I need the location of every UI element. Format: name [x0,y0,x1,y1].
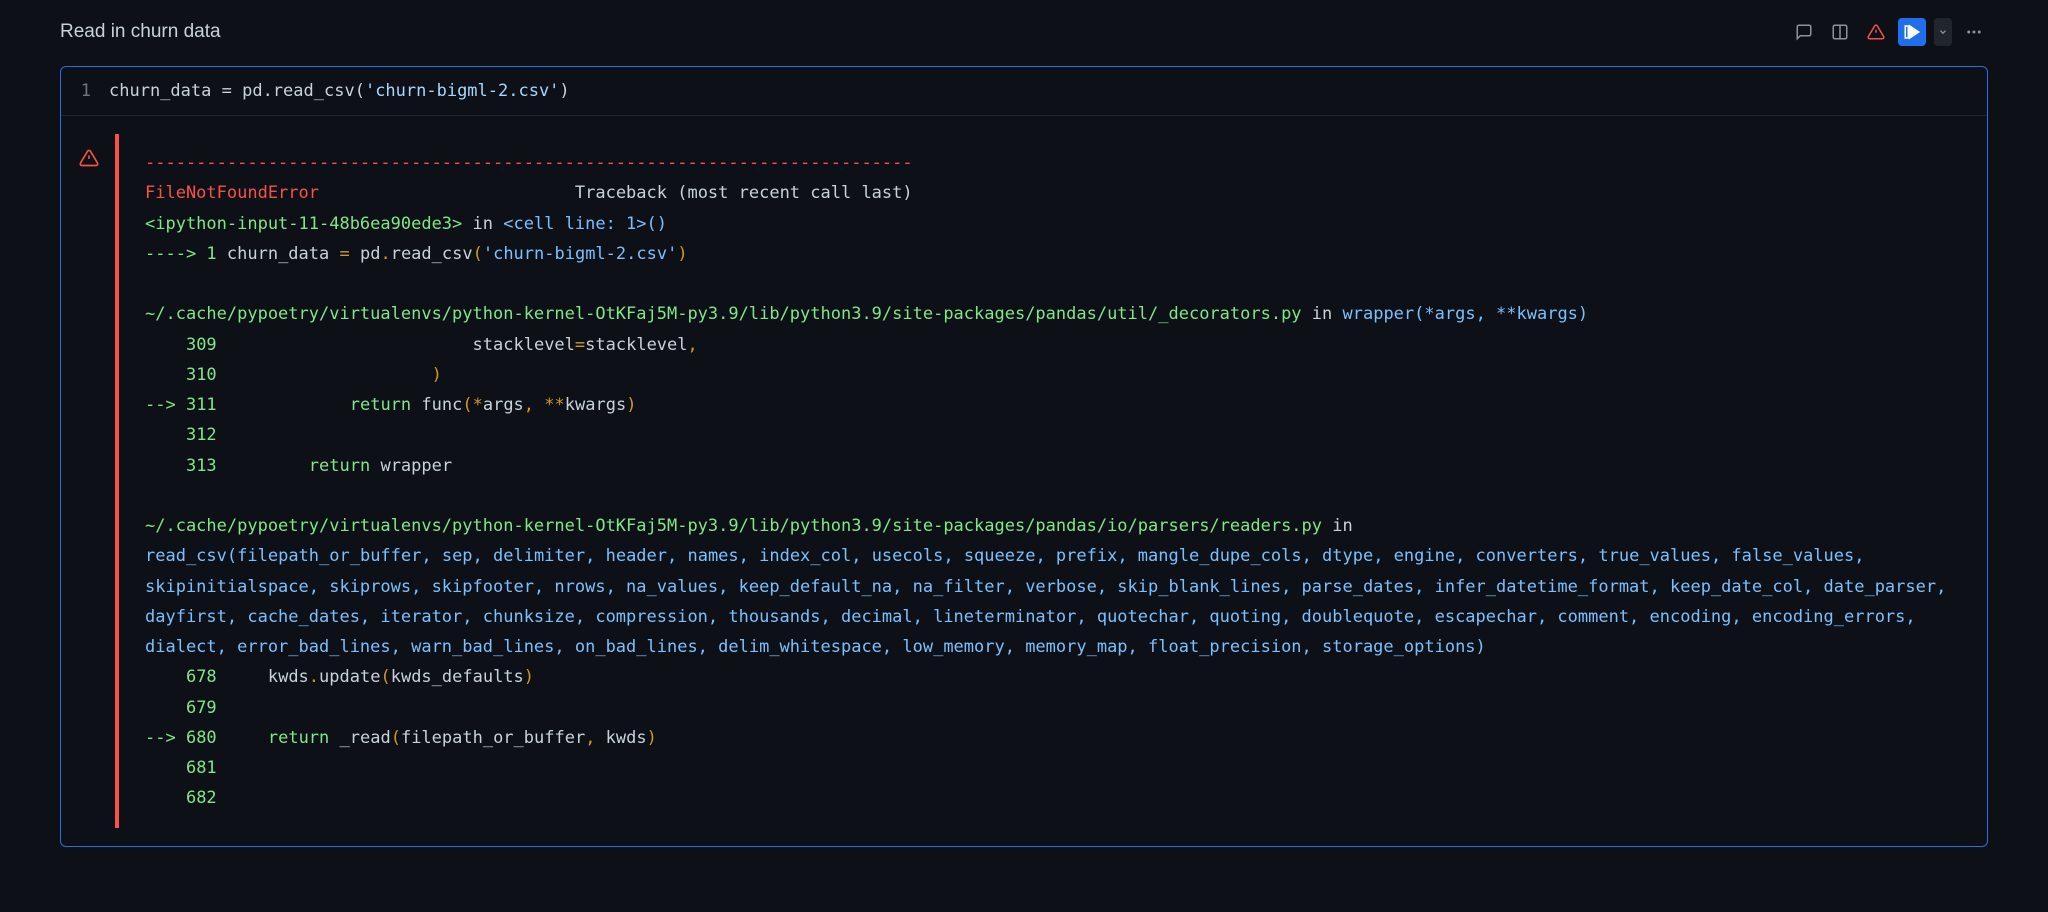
markdown-cell: Read in churn data [0,0,2048,66]
comment-icon[interactable] [1790,18,1818,46]
more-options-icon[interactable] [1960,18,1988,46]
code-input-area[interactable]: 1 churn_data = pd.read_csv('churn-bigml-… [61,67,1987,116]
code-content[interactable]: churn_data = pd.read_csv('churn-bigml-2.… [109,81,570,101]
output-area: ----------------------------------------… [61,116,1987,846]
split-view-icon[interactable] [1826,18,1854,46]
error-icon [79,148,99,168]
run-button[interactable] [1898,18,1926,46]
markdown-text: Read in churn data [60,21,221,43]
error-warning-icon[interactable] [1862,18,1890,46]
line-number: 1 [79,81,109,101]
code-cell[interactable]: 1 churn_data = pd.read_csv('churn-bigml-… [60,66,1988,847]
traceback-block: ----------------------------------------… [115,134,1969,828]
run-dropdown[interactable] [1934,18,1952,46]
cell-toolbar [1790,18,1988,46]
traceback-text: ----------------------------------------… [145,148,1969,814]
